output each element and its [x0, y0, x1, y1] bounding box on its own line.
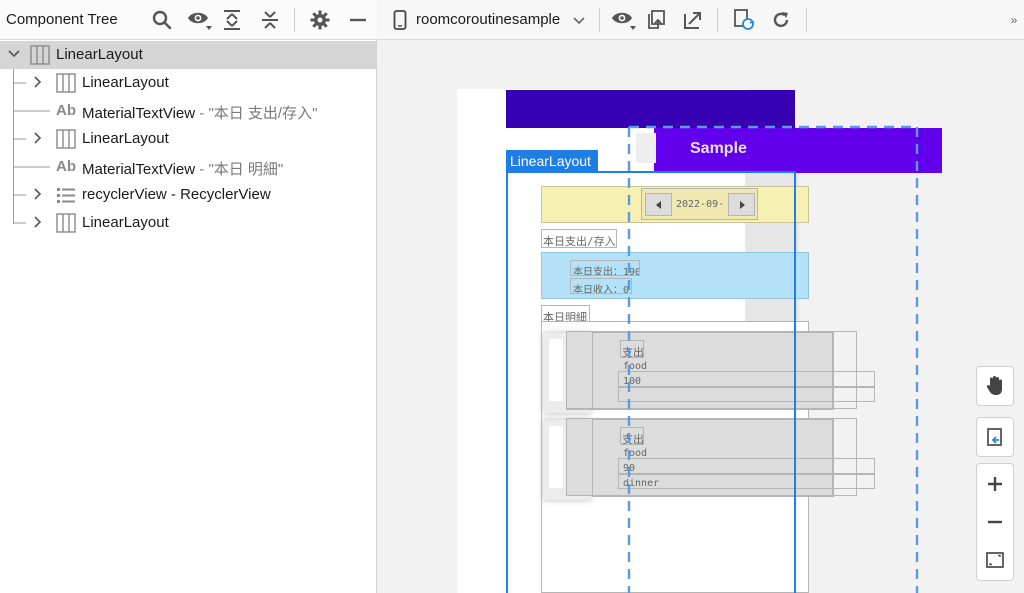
layout-inspector-window: Component Tree LinearLayout LinearLayout…	[0, 0, 1024, 593]
linear-layout-icon	[56, 213, 76, 233]
tree-row-label: recyclerView - RecyclerView	[82, 186, 271, 203]
zoom-out-icon	[988, 520, 1002, 524]
refresh-sync-icon[interactable]	[732, 8, 756, 32]
tree-row-label: LinearLayout	[56, 46, 143, 63]
chevron-right-icon[interactable]	[31, 215, 45, 229]
overflow-icon[interactable]: »	[1006, 8, 1022, 32]
list-icon	[57, 188, 75, 203]
component-name: MaterialTextView	[82, 161, 196, 178]
component-name: MaterialTextView	[82, 105, 196, 122]
phone-icon	[390, 8, 410, 32]
tree-row-label: LinearLayout	[82, 74, 169, 91]
toolbar-separator	[294, 8, 295, 32]
text-view-icon: Ab	[56, 158, 76, 175]
toolbar-separator	[806, 8, 807, 32]
component-tree-panel: Component Tree LinearLayout LinearLayout…	[0, 0, 377, 593]
hand-pan-icon	[986, 376, 1002, 395]
gear-icon[interactable]	[308, 8, 332, 32]
export-icon[interactable]	[645, 8, 669, 32]
linear-layout-icon	[56, 129, 76, 149]
component-name: recyclerView	[82, 186, 167, 203]
eye-icon[interactable]	[610, 8, 638, 32]
tree-row-text-view-1[interactable]: Ab MaterialTextView - "本日 支出/存入"	[0, 97, 377, 125]
pan-tool-button[interactable]	[976, 366, 1014, 406]
linear-layout-icon	[30, 45, 50, 65]
device-selector[interactable]: roomcoroutinesample	[416, 11, 560, 28]
refresh-icon[interactable]	[769, 8, 793, 32]
tree-row-linear-layout-2[interactable]: LinearLayout	[0, 125, 377, 153]
chevron-right-icon[interactable]	[31, 187, 45, 201]
linear-layout-icon	[56, 73, 76, 93]
tree-row-label: LinearLayout	[82, 130, 169, 147]
text-view-icon: Ab	[56, 102, 76, 119]
tree-row-label: MaterialTextView - "本日 明細"	[82, 158, 283, 179]
tree-row-text-view-2[interactable]: Ab MaterialTextView - "本日 明細"	[0, 153, 377, 181]
reset-view-icon	[987, 428, 1002, 446]
toolbar-separator	[599, 8, 600, 32]
zoom-out-button[interactable]	[977, 504, 1013, 540]
component-detail: - RecyclerView	[166, 186, 271, 203]
component-detail: - "本日 支出/存入"	[195, 105, 318, 122]
tree-row-root[interactable]: LinearLayout	[0, 41, 377, 69]
minimize-icon[interactable]	[346, 8, 370, 32]
eye-icon[interactable]	[186, 8, 214, 32]
fit-screen-button[interactable]	[977, 542, 1013, 578]
component-detail: - "本日 明細"	[195, 161, 284, 178]
tree-row-label: MaterialTextView - "本日 支出/存入"	[82, 102, 317, 123]
toolbar-separator	[717, 8, 718, 32]
zoom-in-button[interactable]	[977, 466, 1013, 502]
dashed-guide-overlay	[627, 125, 919, 593]
tree-row-recycler-view[interactable]: recyclerView - RecyclerView	[0, 181, 377, 209]
zoom-controls	[976, 463, 1014, 581]
expand-all-icon[interactable]	[220, 8, 244, 32]
fit-screen-icon	[986, 552, 1004, 568]
open-external-icon[interactable]	[681, 8, 705, 32]
tree-row-label: LinearLayout	[82, 214, 169, 231]
tree-row-linear-layout-3[interactable]: LinearLayout	[0, 209, 377, 237]
search-icon[interactable]	[150, 8, 174, 32]
chevron-down-icon[interactable]	[571, 8, 587, 32]
collapse-all-icon[interactable]	[258, 8, 282, 32]
tree-row-linear-layout-1[interactable]: LinearLayout	[0, 69, 377, 97]
chevron-down-icon[interactable]	[7, 47, 21, 61]
reset-view-button[interactable]	[976, 417, 1014, 457]
chevron-right-icon[interactable]	[31, 75, 45, 89]
component-tree-toolbar: Component Tree	[0, 0, 377, 40]
preview-toolbar: roomcoroutinesample »	[378, 0, 1024, 40]
layout-preview-canvas[interactable]: Sample 2022-09-22 本日支出/存入 本日支出：190 本日收入：…	[378, 41, 1024, 593]
zoom-in-icon	[988, 477, 1002, 491]
panel-title: Component Tree	[6, 11, 118, 28]
chevron-right-icon[interactable]	[31, 131, 45, 145]
